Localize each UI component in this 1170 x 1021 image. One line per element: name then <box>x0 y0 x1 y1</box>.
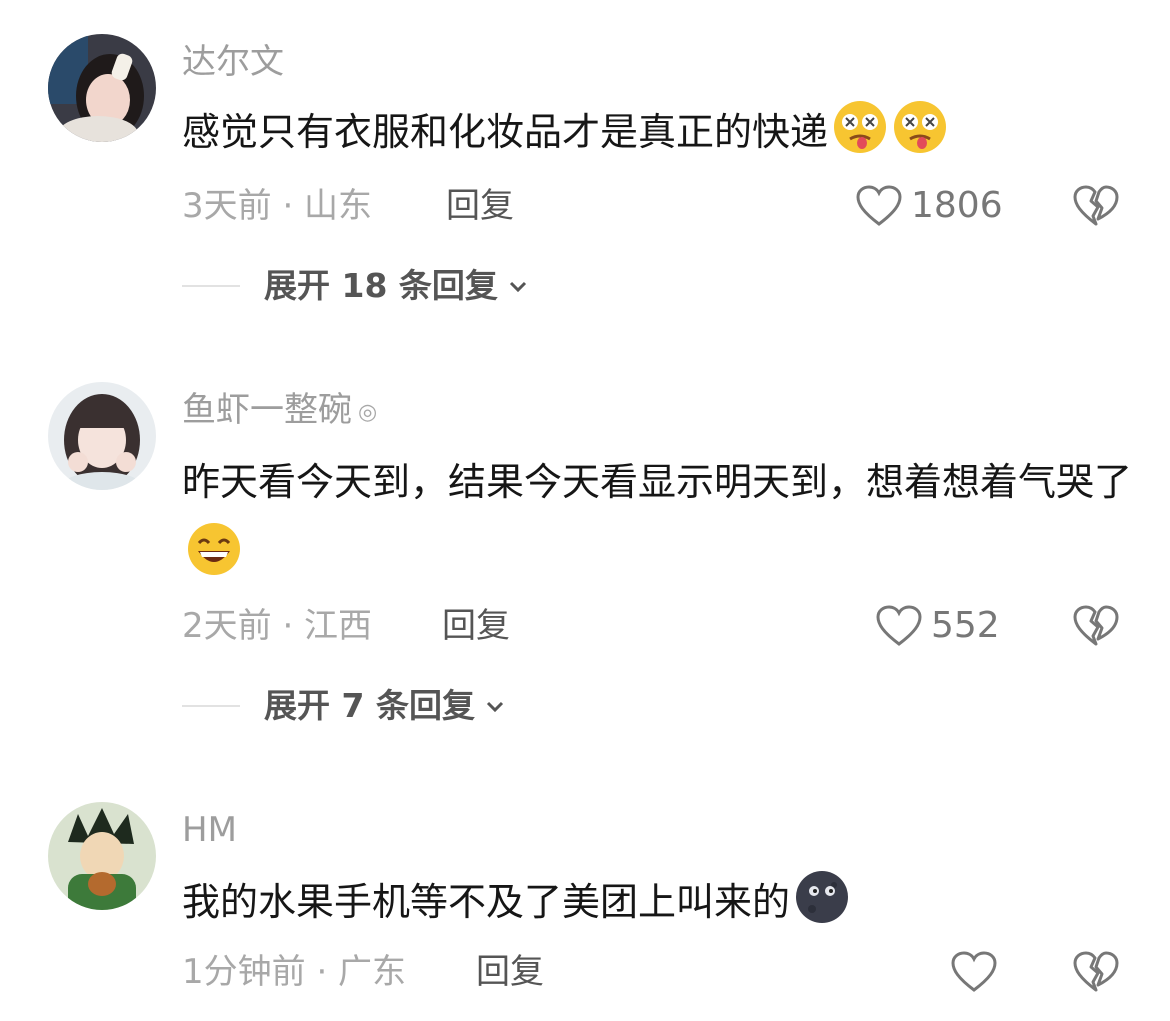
like-count: 1806 <box>911 185 1003 226</box>
comment-text-body: 感觉只有衣服和化妆品才是真正的快递 <box>182 110 829 154</box>
divider-line <box>182 705 240 707</box>
divider-line <box>182 285 240 287</box>
reply-button[interactable]: 回复 <box>442 606 510 646</box>
heart-icon <box>876 605 922 646</box>
username[interactable]: 鱼虾一整碗 ◎ <box>182 390 377 433</box>
comment-text: 感觉只有衣服和化妆品才是真正的快递 <box>182 96 1132 168</box>
timestamp-location: 2天前 · 江西 <box>182 606 373 646</box>
username[interactable]: HM <box>182 810 237 850</box>
grinning-face-icon <box>186 521 242 577</box>
woozy-face-icon <box>892 99 948 155</box>
like-count: 552 <box>931 605 1000 646</box>
dislike-button[interactable] <box>1072 184 1120 228</box>
expand-replies[interactable]: 展开 7 条回复 <box>182 686 507 726</box>
heart-icon <box>856 185 902 226</box>
expand-replies-label: 展开 18 条回复 <box>264 266 498 305</box>
timestamp-location: 3天前 · 山东 <box>182 186 373 226</box>
reply-button[interactable]: 回复 <box>446 186 514 226</box>
heart-icon <box>951 951 997 992</box>
like-button[interactable] <box>950 950 1006 994</box>
expand-replies[interactable]: 展开 18 条回复 <box>182 266 530 306</box>
comment-text-body: 昨天看今天到，结果今天看显示明天到，想着想着气哭了 <box>182 460 1133 504</box>
username-text: 鱼虾一整碗 <box>182 390 352 430</box>
chevron-down-icon <box>509 281 526 293</box>
comment-text: 昨天看今天到，结果今天看显示明天到，想着想着气哭了 <box>182 446 1132 590</box>
woozy-face-icon <box>832 99 888 155</box>
dislike-button[interactable] <box>1072 604 1120 648</box>
comment-text: 我的水果手机等不及了美团上叫来的 <box>182 866 1132 938</box>
dislike-button[interactable] <box>1072 950 1120 994</box>
timestamp-location: 1分钟前 · 广东 <box>182 952 407 992</box>
chevron-down-icon <box>486 701 504 713</box>
broken-heart-icon <box>1073 951 1119 992</box>
badge-icon: ◎ <box>358 400 378 425</box>
avatar[interactable] <box>48 34 156 142</box>
reply-button[interactable]: 回复 <box>476 952 544 992</box>
broken-heart-icon <box>1073 605 1119 646</box>
avatar[interactable] <box>48 382 156 490</box>
comment-text-body: 我的水果手机等不及了美团上叫来的 <box>182 880 791 924</box>
broken-heart-icon <box>1073 185 1119 226</box>
username[interactable]: 达尔文 <box>182 42 284 82</box>
like-button[interactable]: 1806 <box>855 184 1003 228</box>
new-moon-face-icon <box>794 869 850 925</box>
expand-replies-label: 展开 7 条回复 <box>264 686 475 725</box>
avatar[interactable] <box>48 802 156 910</box>
like-button[interactable]: 552 <box>875 604 1000 648</box>
